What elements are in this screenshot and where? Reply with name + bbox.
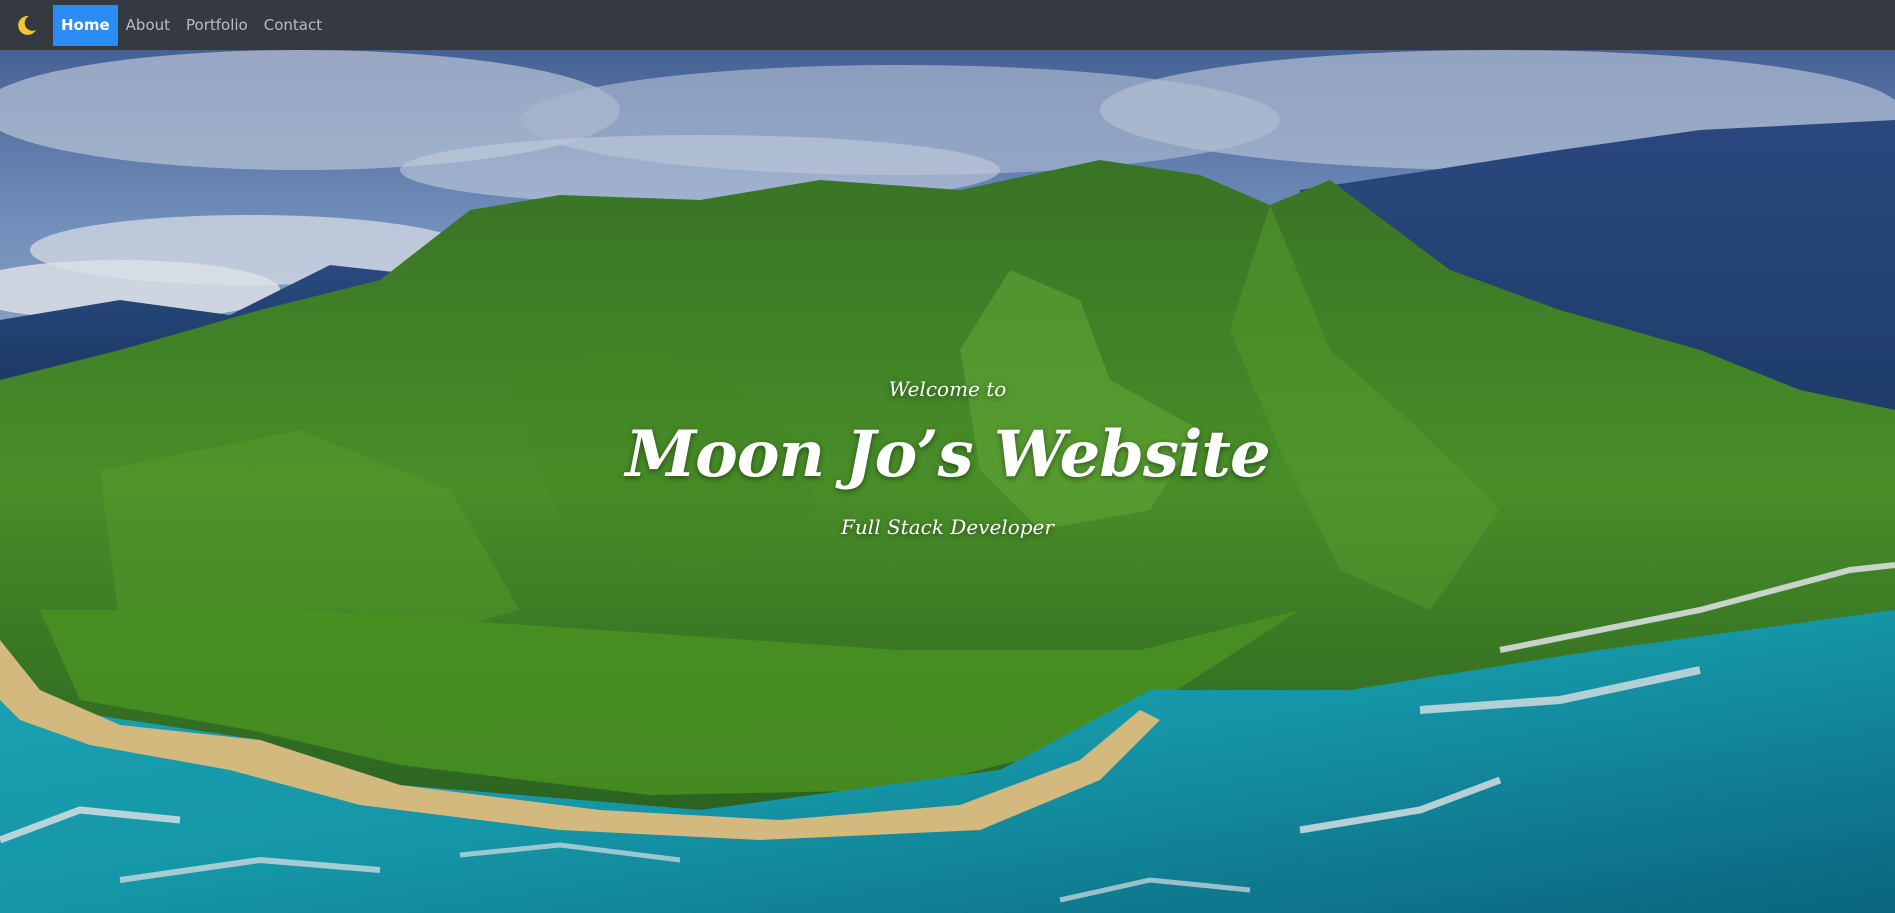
hero-text: Welcome to Moon Jo’s Website Full Stack …	[0, 50, 1895, 913]
nav-about[interactable]: About	[118, 5, 178, 46]
moon-icon[interactable]	[12, 11, 40, 39]
subtitle-text: Full Stack Developer	[841, 515, 1054, 539]
welcome-text: Welcome to	[888, 377, 1007, 401]
site-title: Moon Jo’s Website	[625, 417, 1270, 492]
top-navbar: Home About Portfolio Contact	[0, 0, 1895, 50]
hero-section: Welcome to Moon Jo’s Website Full Stack …	[0, 50, 1895, 913]
nav-contact[interactable]: Contact	[256, 5, 330, 46]
nav-portfolio[interactable]: Portfolio	[178, 5, 256, 46]
nav-home[interactable]: Home	[53, 4, 118, 46]
